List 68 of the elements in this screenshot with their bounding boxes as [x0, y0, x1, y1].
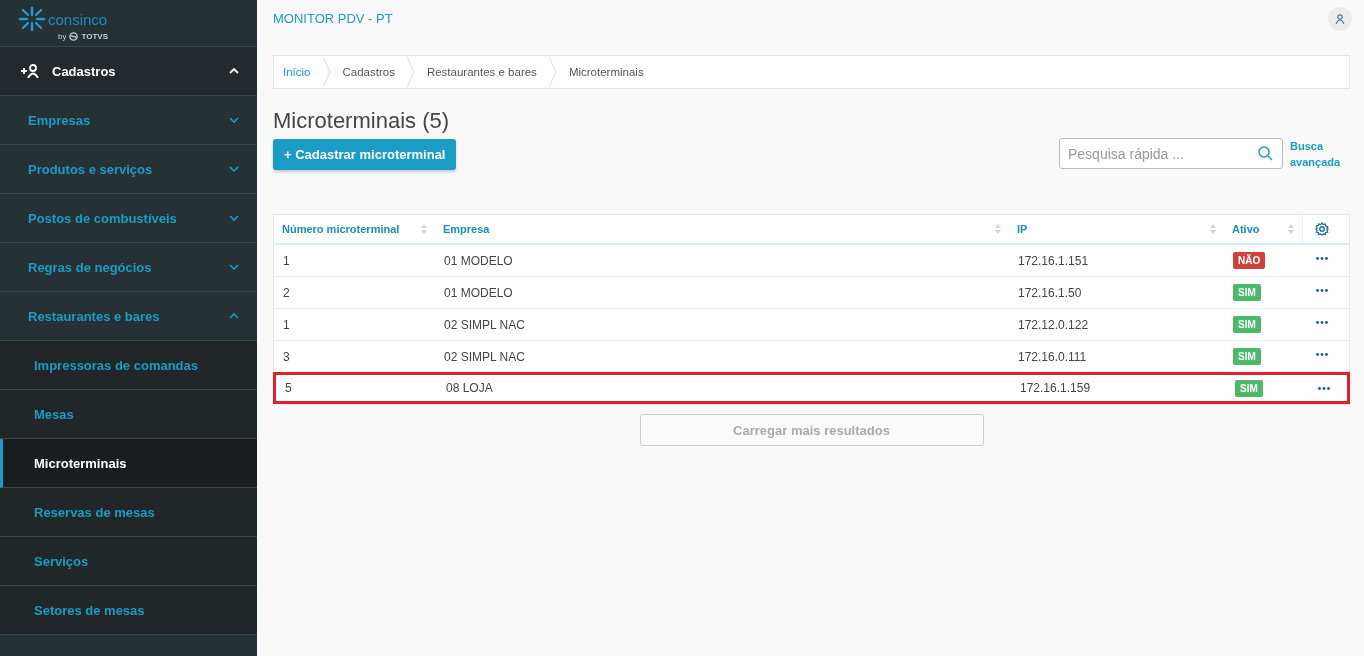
table-cell-text: 02 SIMPL NAC — [443, 317, 526, 332]
sort-icon — [1288, 224, 1294, 234]
page-title: Microterminais (5) — [273, 107, 451, 135]
table-cell-text: 172.12.0.122 — [1017, 317, 1090, 332]
table-cell-text: 3 — [282, 349, 291, 364]
status-badge: SIM — [1233, 316, 1261, 333]
table-row[interactable]: 2 01 MODELO 172.16.1.50 SIM — [274, 277, 1349, 309]
table-row[interactable]: 1 02 SIMPL NAC 172.12.0.122 SIM — [274, 309, 1349, 341]
breadcrumb-link[interactable]: Cadastros — [330, 66, 407, 78]
status-badge: SIM — [1233, 284, 1261, 301]
table-cell-text: 2 — [282, 285, 291, 300]
nav-subitem[interactable]: Serviços — [0, 537, 257, 586]
more-icon[interactable] — [1315, 353, 1328, 356]
highlighted-row[interactable]: 5 08 LOJA 172.16.1.159 SIM — [273, 372, 1350, 404]
column-header[interactable]: Número microterminal — [274, 223, 435, 235]
logo-icon — [18, 6, 46, 32]
status-badge: NÃO — [1233, 252, 1266, 269]
nav-subitem[interactable]: Setores de mesas — [0, 586, 257, 635]
add-user-icon — [20, 64, 40, 78]
nav-subitem[interactable]: Reservas de mesas — [0, 488, 257, 537]
brand-icon — [69, 32, 79, 41]
user-button[interactable] — [1328, 6, 1352, 31]
nav-item[interactable]: Postos de combustíveis — [0, 194, 257, 243]
nav-item[interactable]: Regras de negócios — [0, 243, 257, 292]
sort-icon — [995, 224, 1001, 234]
logo-text: consinco — [48, 10, 108, 28]
nav-subitem[interactable]: Mesas — [0, 390, 257, 439]
nav-item[interactable]: Produtos e serviços — [0, 145, 257, 194]
table-row[interactable]: 3 02 SIMPL NAC 172.16.0.111 SIM — [274, 341, 1349, 373]
byline-text: by — [58, 32, 67, 41]
sort-icon — [421, 224, 427, 234]
more-icon[interactable] — [1315, 321, 1328, 324]
column-header[interactable]: Ativo — [1224, 223, 1302, 235]
nav-subitem[interactable]: Microterminais — [0, 439, 257, 488]
column-header[interactable]: Empresa — [435, 223, 1009, 235]
advanced-search-link[interactable]: Busca avançada — [1290, 138, 1350, 170]
nav-item[interactable]: Empresas — [0, 96, 257, 145]
breadcrumb-link[interactable]: Início — [274, 66, 323, 78]
table-cell-text: 08 LOJA — [445, 381, 494, 395]
status-badge: SIM — [1235, 379, 1263, 397]
settings-icon[interactable] — [1315, 222, 1329, 236]
table-cell-text: 1 — [282, 317, 291, 332]
table-cell-text: 172.16.1.151 — [1017, 253, 1090, 268]
more-icon[interactable] — [1315, 257, 1328, 260]
table-cell-text: 172.16.1.50 — [1017, 285, 1083, 300]
table-cell-text: 172.16.0.111 — [1017, 349, 1088, 364]
status-badge: SIM — [1233, 348, 1261, 365]
table-cell-text: 5 — [284, 381, 293, 395]
column-header[interactable]: IP — [1009, 223, 1224, 235]
sort-icon — [1210, 224, 1216, 234]
section-header[interactable]: Cadastros — [0, 47, 257, 96]
breadcrumb-link[interactable]: Microterminais — [556, 66, 656, 78]
table-cell-text: 172.16.1.159 — [1019, 381, 1092, 395]
table-cell-text: 01 MODELO — [443, 253, 514, 268]
nav-subitem[interactable]: Impressoras de comandas — [0, 341, 257, 390]
table-cell-text: 01 MODELO — [443, 285, 514, 300]
table-cell-text: 1 — [282, 253, 291, 268]
table-row[interactable]: 1 01 MODELO 172.16.1.151 NÃO — [274, 245, 1349, 277]
app-title: MONITOR PDV - PT — [273, 11, 393, 26]
user-icon — [1335, 13, 1345, 24]
more-icon[interactable] — [1315, 289, 1328, 292]
breadcrumb-link[interactable]: Restaurantes e bares — [414, 66, 549, 78]
search-field[interactable]: Pesquisa rápida ... — [1059, 138, 1283, 169]
brand-text: TOTVS — [81, 32, 108, 41]
more-icon[interactable] — [1317, 387, 1330, 390]
search-icon — [1258, 146, 1273, 161]
add-button[interactable]: + Cadastrar microterminal — [273, 139, 457, 170]
table-cell-text: 02 SIMPL NAC — [443, 349, 526, 364]
